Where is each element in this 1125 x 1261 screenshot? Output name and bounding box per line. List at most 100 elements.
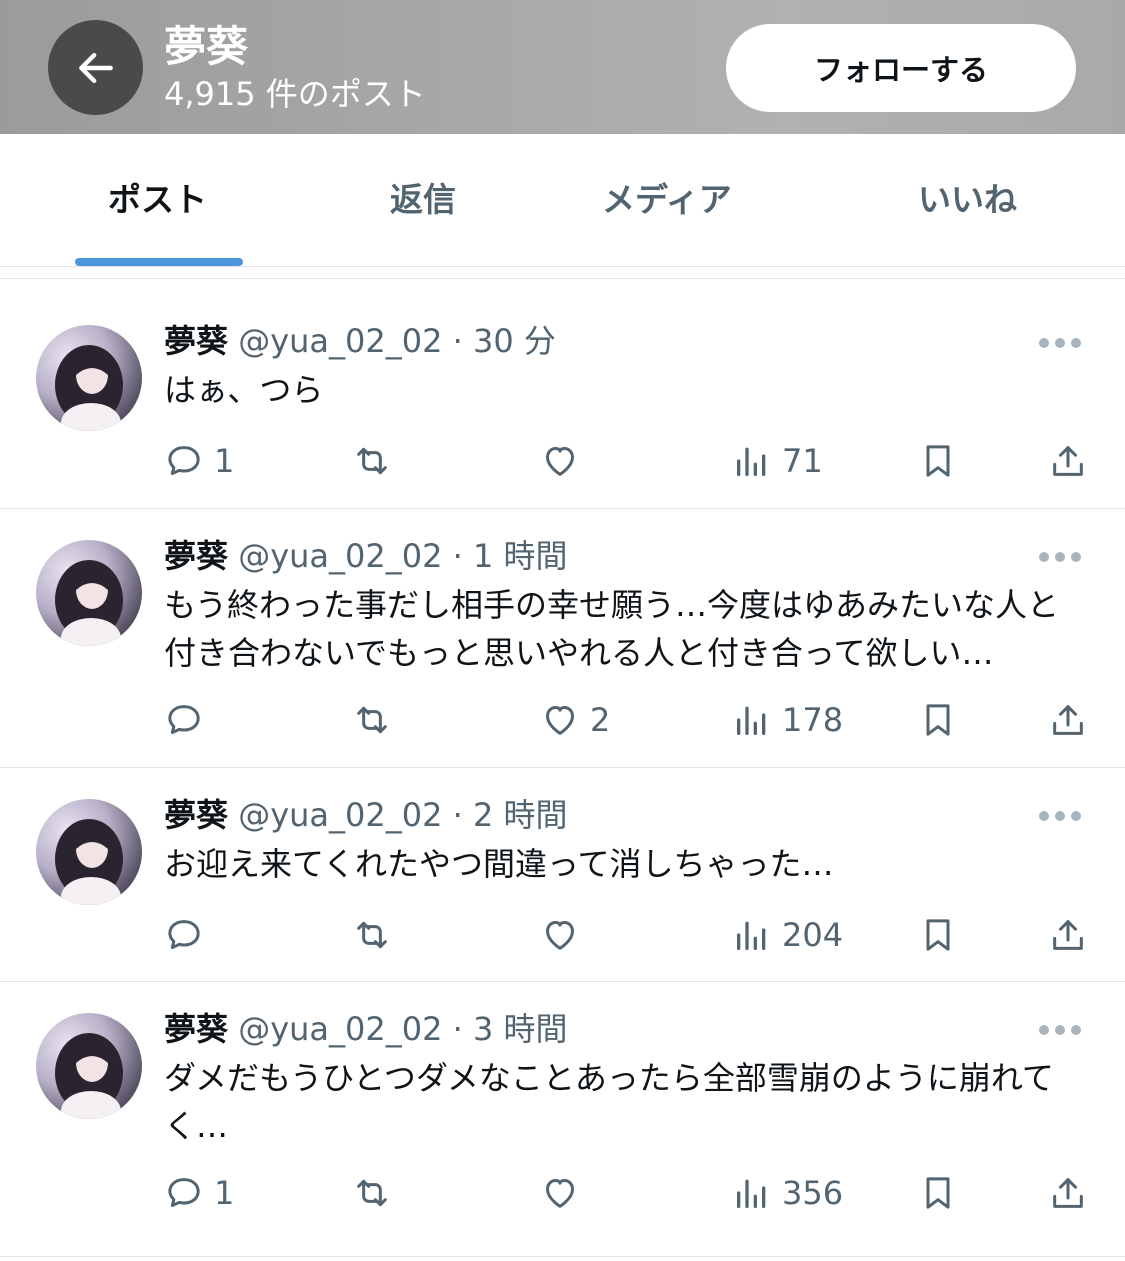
post-time[interactable]: · 2 時間 <box>453 796 568 834</box>
like-button[interactable] <box>540 436 590 486</box>
back-button[interactable] <box>48 20 143 115</box>
post-meta: 夢葵 @yua_02_02 · 1 時間 <box>164 536 568 576</box>
post-time[interactable]: · 1 時間 <box>453 537 568 575</box>
more-dots-icon[interactable] <box>1039 1023 1083 1037</box>
bookmark-button[interactable] <box>918 1168 958 1218</box>
like-count: 2 <box>590 701 611 739</box>
author-handle[interactable]: @yua_02_02 <box>238 537 442 575</box>
author-handle[interactable]: @yua_02_02 <box>238 796 442 834</box>
repost-icon <box>357 921 387 949</box>
post-text: はぁ、つら <box>164 371 324 409</box>
post-time[interactable]: · 3 時間 <box>453 1010 568 1048</box>
views-button[interactable]: 71 <box>732 436 823 486</box>
like-button[interactable] <box>540 1168 590 1218</box>
like-button[interactable]: 2 <box>540 695 610 745</box>
repost-button[interactable] <box>352 695 392 745</box>
reply-button[interactable]: 1 <box>164 1168 234 1218</box>
share-upload-icon <box>1053 705 1083 735</box>
more-dots-icon[interactable] <box>1039 550 1083 564</box>
tab-likes[interactable]: いいね <box>918 178 1017 222</box>
repost-icon <box>357 706 387 734</box>
repost-button[interactable] <box>352 910 392 960</box>
view-count: 71 <box>782 442 823 480</box>
bookmark-button[interactable] <box>918 910 958 960</box>
profile-header: 夢葵 4,915 件のポスト フォローする <box>0 0 1125 134</box>
tab-media[interactable]: メディア <box>602 178 732 222</box>
like-button[interactable] <box>540 910 590 960</box>
post-item[interactable]: 夢葵 @yua_02_02 · 3 時間 ダメだもうひとつダメなことあったら全部… <box>0 982 1125 1257</box>
share-button[interactable] <box>1048 910 1088 960</box>
author-name[interactable]: 夢葵 <box>164 537 228 575</box>
post-meta: 夢葵 @yua_02_02 · 30 分 <box>164 321 556 361</box>
reply-count: 1 <box>214 442 235 480</box>
post-item[interactable]: 夢葵 @yua_02_02 · 1 時間 もう終わった事だし相手の幸せ願う…今度… <box>0 509 1125 768</box>
view-count: 204 <box>782 916 844 954</box>
author-name[interactable]: 夢葵 <box>164 1010 228 1048</box>
share-upload-icon <box>1053 1178 1083 1208</box>
bookmark-icon <box>926 704 950 736</box>
post-text: ダメだもうひとつダメなことあったら全部雪崩のように崩れてく… <box>164 1059 1054 1145</box>
tab-replies[interactable]: 返信 <box>390 178 456 222</box>
repost-button[interactable] <box>352 1168 392 1218</box>
view-count: 178 <box>782 701 844 739</box>
avatar[interactable] <box>36 799 142 905</box>
post-text: お迎え来てくれたやつ間違って消しちゃった… <box>164 845 834 883</box>
tab-active-indicator <box>75 258 243 266</box>
reply-button[interactable] <box>164 910 214 960</box>
repost-button[interactable] <box>352 436 392 486</box>
bookmark-button[interactable] <box>918 695 958 745</box>
views-button[interactable]: 178 <box>732 695 843 745</box>
heart-icon <box>546 1179 574 1208</box>
repost-icon <box>357 1179 387 1207</box>
tab-posts[interactable]: ポスト <box>108 178 207 222</box>
views-bar-icon <box>737 706 766 735</box>
post-item[interactable]: 夢葵 @yua_02_02 · 2 時間 お迎え来てくれたやつ間違って消しちゃっ… <box>0 768 1125 982</box>
share-upload-icon <box>1053 446 1083 476</box>
bookmark-icon <box>926 919 950 951</box>
author-handle[interactable]: @yua_02_02 <box>238 1010 442 1048</box>
more-dots-icon[interactable] <box>1039 336 1083 350</box>
avatar-image <box>55 819 123 905</box>
share-button[interactable] <box>1048 1168 1088 1218</box>
avatar[interactable] <box>36 1013 142 1119</box>
post-actions: 1 71 <box>0 436 1125 486</box>
profile-tabs: ポスト 返信 メディア いいね <box>0 134 1125 267</box>
reply-bubble-icon <box>168 705 200 734</box>
views-button[interactable]: 204 <box>732 910 843 960</box>
author-handle[interactable]: @yua_02_02 <box>238 322 442 360</box>
post-actions: 204 <box>0 910 1125 960</box>
post-actions: 2 178 <box>0 695 1125 745</box>
avatar-image <box>55 560 123 646</box>
repost-icon <box>357 447 387 475</box>
profile-name: 夢葵 <box>164 22 249 71</box>
post-item[interactable]: 夢葵 @yua_02_02 · 30 分 はぁ、つら 1 71 <box>0 279 1125 509</box>
reply-bubble-icon <box>168 446 200 475</box>
reply-button[interactable]: 1 <box>164 436 234 486</box>
post-meta: 夢葵 @yua_02_02 · 3 時間 <box>164 1009 568 1049</box>
avatar[interactable] <box>36 325 142 431</box>
heart-icon <box>546 447 574 476</box>
post-text: もう終わった事だし相手の幸せ願う…今度はゆあみたいな人と付き合わないでもっと思い… <box>164 586 1060 672</box>
avatar[interactable] <box>36 540 142 646</box>
reply-count: 1 <box>214 1174 235 1212</box>
author-name[interactable]: 夢葵 <box>164 322 228 360</box>
share-button[interactable] <box>1048 695 1088 745</box>
more-dots-icon[interactable] <box>1039 809 1083 823</box>
post-actions: 1 356 <box>0 1168 1125 1218</box>
bookmark-icon <box>926 1177 950 1209</box>
views-bar-icon <box>737 447 766 476</box>
avatar-image <box>55 1033 123 1119</box>
views-bar-icon <box>737 921 766 950</box>
follow-button[interactable]: フォローする <box>726 24 1076 112</box>
heart-icon <box>546 706 574 735</box>
reply-bubble-icon <box>168 920 200 949</box>
post-count: 4,915 件のポスト <box>164 75 426 113</box>
reply-bubble-icon <box>168 1178 200 1207</box>
bookmark-button[interactable] <box>918 436 958 486</box>
post-meta: 夢葵 @yua_02_02 · 2 時間 <box>164 795 568 835</box>
share-button[interactable] <box>1048 436 1088 486</box>
author-name[interactable]: 夢葵 <box>164 796 228 834</box>
views-button[interactable]: 356 <box>732 1168 843 1218</box>
reply-button[interactable] <box>164 695 214 745</box>
post-time[interactable]: · 30 分 <box>453 322 556 360</box>
